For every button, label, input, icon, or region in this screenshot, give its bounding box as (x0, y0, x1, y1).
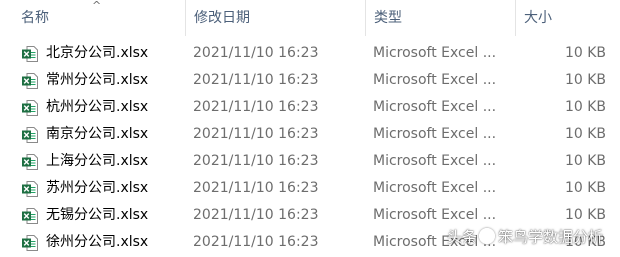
file-size: 10 KB (564, 45, 606, 61)
file-modified-date: 2021/11/10 16:23 (193, 126, 319, 142)
toutiao-logo-icon (479, 228, 496, 244)
file-modified-date: 2021/11/10 16:23 (193, 72, 319, 88)
file-name[interactable]: 南京分公司.xlsx (46, 121, 148, 148)
file-row[interactable]: 常州分公司.xlsx 2021/11/10 16:23 Microsoft Ex… (0, 67, 620, 94)
file-list: 北京分公司.xlsx 2021/11/10 16:23 Microsoft Ex… (0, 40, 620, 256)
file-type: Microsoft Excel ... (373, 207, 497, 223)
file-type: Microsoft Excel ... (373, 99, 497, 115)
file-name[interactable]: 苏州分公司.xlsx (46, 175, 148, 202)
excel-file-icon (22, 100, 38, 116)
watermark-author: 笨鸟学数据分析 (498, 228, 604, 246)
file-modified-date: 2021/11/10 16:23 (193, 153, 319, 169)
excel-file-icon (22, 73, 38, 89)
file-row[interactable]: 杭州分公司.xlsx 2021/11/10 16:23 Microsoft Ex… (0, 94, 620, 121)
file-row[interactable]: 上海分公司.xlsx 2021/11/10 16:23 Microsoft Ex… (0, 148, 620, 175)
file-modified-date: 2021/11/10 16:23 (193, 234, 319, 250)
excel-file-icon (22, 208, 38, 224)
excel-file-icon (22, 46, 38, 62)
file-size: 10 KB (564, 72, 606, 88)
file-name[interactable]: 北京分公司.xlsx (46, 40, 148, 67)
column-header-bar: ^ 名称 修改日期 类型 大小 (0, 0, 620, 36)
column-header-modified[interactable]: 修改日期 (185, 0, 365, 36)
file-row[interactable]: 北京分公司.xlsx 2021/11/10 16:23 Microsoft Ex… (0, 40, 620, 67)
excel-file-icon (22, 181, 38, 197)
file-type: Microsoft Excel ... (373, 126, 497, 142)
watermark-prefix: 头条 (447, 228, 478, 246)
excel-file-icon (22, 154, 38, 170)
file-modified-date: 2021/11/10 16:23 (193, 45, 319, 61)
column-header-name[interactable]: 名称 (12, 0, 185, 36)
column-header-type[interactable]: 类型 (365, 0, 515, 36)
file-size: 10 KB (564, 126, 606, 142)
file-row[interactable]: 南京分公司.xlsx 2021/11/10 16:23 Microsoft Ex… (0, 121, 620, 148)
file-type: Microsoft Excel ... (373, 45, 497, 61)
file-name[interactable]: 徐州分公司.xlsx (46, 229, 148, 256)
file-size: 10 KB (564, 180, 606, 196)
file-modified-date: 2021/11/10 16:23 (193, 99, 319, 115)
file-name[interactable]: 杭州分公司.xlsx (46, 94, 148, 121)
file-size: 10 KB (564, 153, 606, 169)
file-size: 10 KB (564, 99, 606, 115)
file-name[interactable]: 上海分公司.xlsx (46, 148, 148, 175)
file-size: 10 KB (564, 207, 606, 223)
file-modified-date: 2021/11/10 16:23 (193, 207, 319, 223)
file-row[interactable]: 苏州分公司.xlsx 2021/11/10 16:23 Microsoft Ex… (0, 175, 620, 202)
watermark: 头条 笨鸟学数据分析 (447, 226, 603, 247)
file-name[interactable]: 无锡分公司.xlsx (46, 202, 148, 229)
excel-file-icon (22, 127, 38, 143)
excel-file-icon (22, 235, 38, 251)
column-header-size[interactable]: 大小 (515, 0, 620, 36)
file-type: Microsoft Excel ... (373, 72, 497, 88)
file-type: Microsoft Excel ... (373, 153, 497, 169)
file-type: Microsoft Excel ... (373, 180, 497, 196)
file-modified-date: 2021/11/10 16:23 (193, 180, 319, 196)
file-row[interactable]: 无锡分公司.xlsx 2021/11/10 16:23 Microsoft Ex… (0, 202, 620, 229)
file-name[interactable]: 常州分公司.xlsx (46, 67, 148, 94)
